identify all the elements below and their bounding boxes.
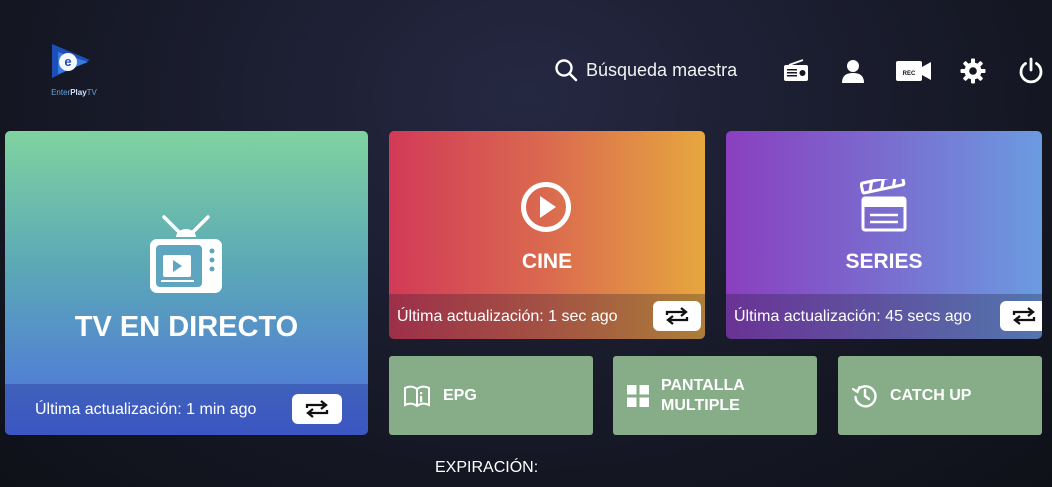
multi-screen-label: PANTALLA MULTIPLE	[661, 376, 745, 416]
movies-refresh-button[interactable]	[653, 301, 701, 331]
movies-footer: Última actualización: 1 sec ago	[389, 294, 705, 339]
multi-screen-button[interactable]: PANTALLA MULTIPLE	[613, 356, 817, 435]
catch-up-label: CATCH UP	[890, 386, 972, 404]
refresh-icon	[1012, 307, 1036, 325]
catch-up-button[interactable]: CATCH UP	[838, 356, 1042, 435]
epg-label: EPG	[443, 386, 477, 404]
book-icon	[404, 385, 430, 407]
search-label: Búsqueda maestra	[586, 59, 738, 80]
history-clock-icon	[852, 384, 877, 407]
series-footer: Última actualización: 45 secs ago	[726, 294, 1042, 339]
live-tv-footer: Última actualización: 1 min ago	[5, 384, 368, 435]
live-tv-updated: Última actualización: 1 min ago	[35, 400, 257, 418]
live-tv-refresh-button[interactable]	[292, 394, 342, 424]
radio-icon	[784, 59, 808, 81]
search-icon	[555, 59, 578, 82]
settings-button[interactable]	[958, 56, 988, 86]
refresh-icon	[305, 400, 329, 418]
multi-screen-label-line1: PANTALLA	[661, 376, 745, 394]
epg-button[interactable]: EPG	[389, 356, 593, 435]
play-circle-icon	[521, 182, 571, 232]
movies-title: CINE	[521, 250, 573, 273]
power-button[interactable]	[1016, 56, 1046, 86]
live-tv-tile[interactable]: TV EN DIRECTO Última actualización: 1 mi…	[5, 131, 368, 435]
master-search-button[interactable]: Búsqueda maestra	[554, 58, 737, 82]
radio-button[interactable]	[781, 56, 811, 86]
refresh-icon	[665, 307, 689, 325]
user-icon	[842, 60, 864, 83]
series-refresh-button[interactable]	[1000, 301, 1042, 331]
clapperboard-icon	[860, 179, 907, 232]
movies-tile[interactable]: CINE Última actualización: 1 sec ago	[389, 131, 705, 339]
series-title: SERIES	[845, 250, 923, 273]
series-tile[interactable]: SERIES Última actualización: 45 secs ago	[726, 131, 1042, 339]
power-icon	[1019, 57, 1043, 84]
tv-icon	[150, 215, 222, 293]
series-updated: Última actualización: 45 secs ago	[734, 307, 972, 325]
movies-updated: Última actualización: 1 sec ago	[397, 307, 618, 325]
svg-text:REC: REC	[903, 71, 916, 77]
profile-button[interactable]	[838, 56, 868, 86]
expiry-label: EXPIRACIÓN:	[435, 459, 539, 476]
grid-icon	[627, 384, 649, 407]
top-bar: Búsqueda maestra REC	[0, 52, 1052, 92]
gear-icon	[960, 58, 986, 84]
rec-camera-icon: REC	[896, 61, 931, 81]
recordings-button[interactable]: REC	[896, 56, 932, 86]
multi-screen-label-line2: MULTIPLE	[661, 396, 740, 414]
live-tv-title: TV EN DIRECTO	[74, 311, 299, 343]
